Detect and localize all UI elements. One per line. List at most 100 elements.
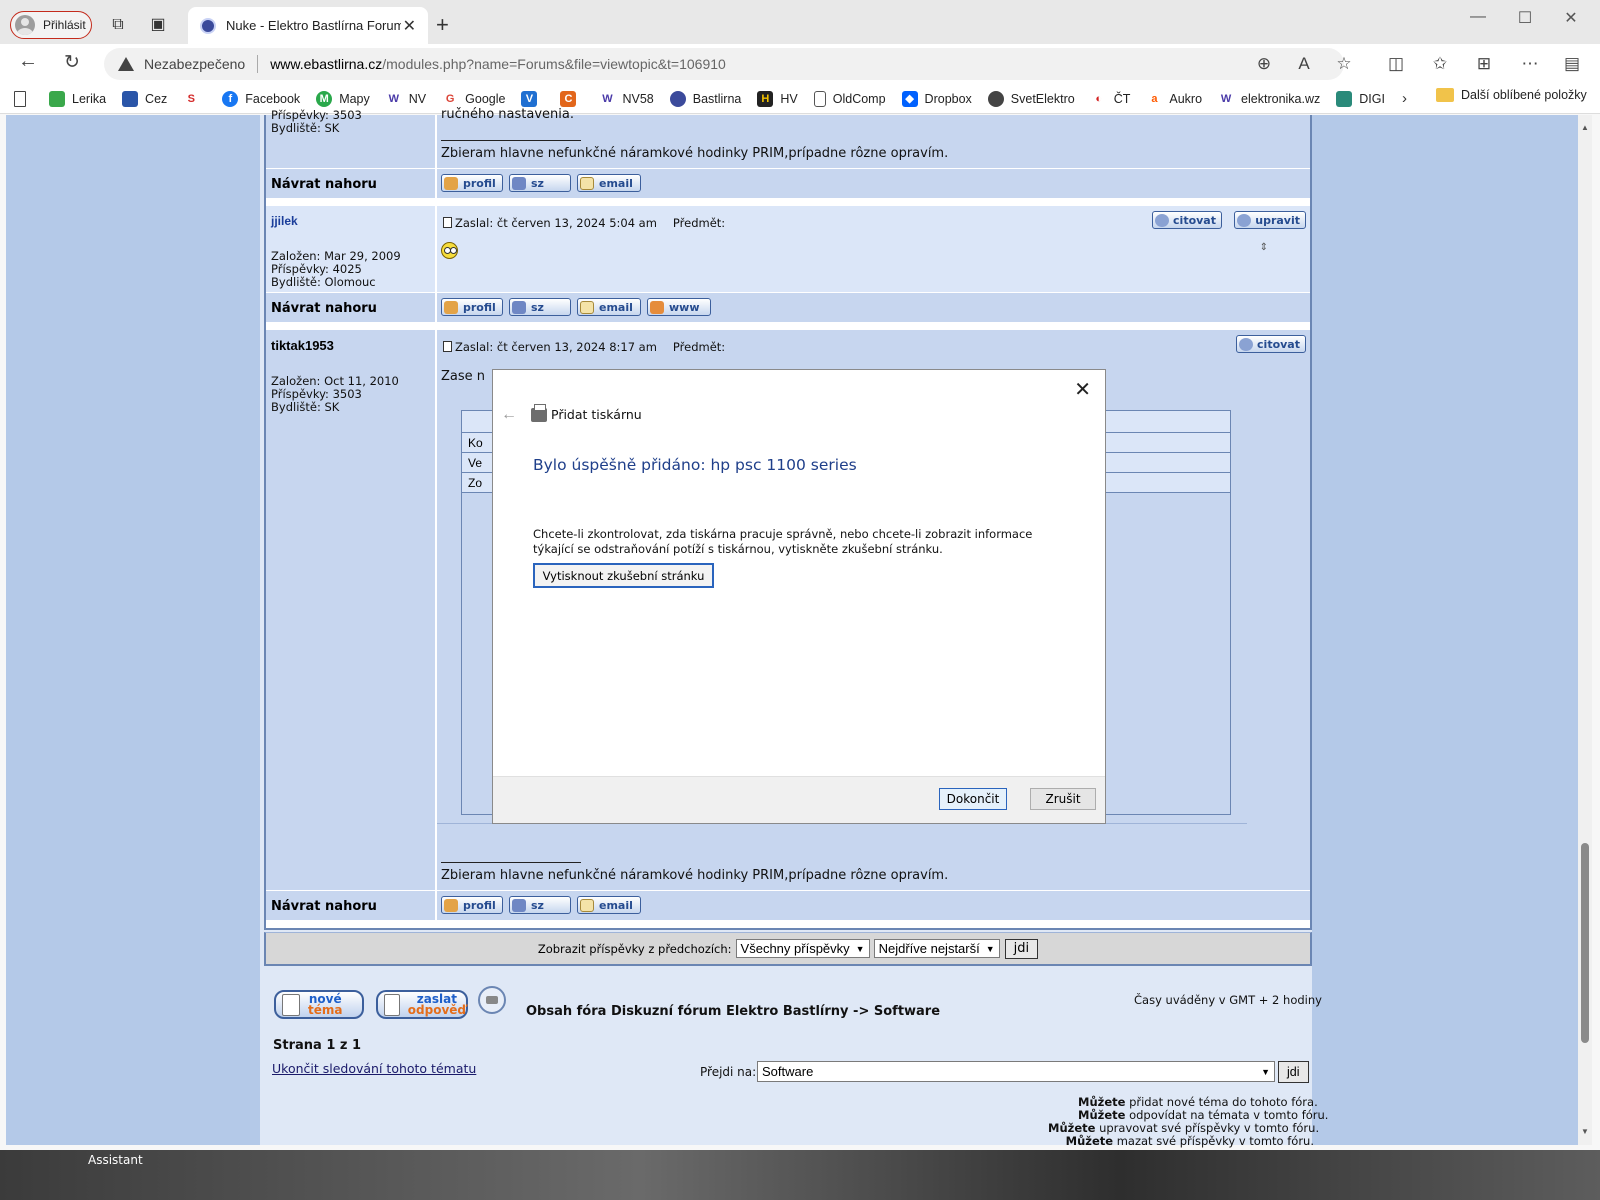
period-select[interactable]: Všechny příspěvky ▼ (735, 939, 870, 958)
document-icon (282, 993, 300, 1016)
tab-actions-icon[interactable]: ▣ (147, 14, 169, 36)
favorite-item[interactable]: H HV (757, 90, 798, 107)
chevron-right-icon[interactable]: › (1402, 90, 1407, 107)
favorite-item[interactable]: ◐ ČT (1090, 90, 1130, 107)
new-topic-button[interactable]: nové téma (274, 990, 364, 1019)
back-to-top-link[interactable]: Návrat nahoru (271, 899, 377, 914)
back-arrow-icon[interactable]: ← (501, 406, 517, 424)
more-menu-icon[interactable]: ⋯ (1518, 54, 1542, 74)
page-scrollbar[interactable]: ▲ ▼ (1578, 115, 1592, 1145)
favorite-item[interactable]: G Google (442, 90, 505, 107)
url-field[interactable]: Nezabezpečeno www.ebastlirna.cz/modules.… (104, 48, 1344, 80)
workspaces-icon[interactable]: ⧉ (107, 14, 129, 36)
new-tab-icon[interactable]: + (436, 12, 449, 38)
favorite-item[interactable]: f Facebook (222, 90, 301, 107)
tab-active[interactable]: Nuke - Elektro Bastlírna Forums- ✕ (188, 7, 428, 44)
close-tab-icon[interactable]: ✕ (403, 16, 416, 36)
zoom-icon[interactable]: ⊕ (1252, 54, 1276, 74)
breadcrumb[interactable]: Obsah fóra Diskuzní fórum Elektro Bastlí… (526, 1004, 940, 1019)
email-button[interactable]: email (577, 298, 641, 316)
favorite-item[interactable]: W NV (385, 90, 426, 107)
folder-icon (1436, 88, 1454, 102)
edit-button[interactable]: upravit (1234, 211, 1306, 229)
close-icon[interactable]: ✕ (1074, 377, 1091, 402)
profile-button[interactable]: profil (441, 896, 503, 914)
favorite-item[interactable] (14, 90, 33, 107)
filter-label: Zobrazit příspěvky z předchozích: (537, 941, 732, 956)
extensions-icon[interactable]: ⊞ (1472, 54, 1496, 74)
www-button[interactable]: www (647, 298, 711, 316)
favorite-item[interactable]: Bastlirna (669, 90, 741, 107)
favorite-item[interactable]: SvetElektro (987, 90, 1075, 107)
email-button[interactable]: email (577, 174, 641, 192)
pm-button[interactable]: sz (509, 298, 571, 316)
printer-icon (531, 404, 547, 422)
maximize-icon[interactable]: ☐ (1510, 8, 1540, 28)
favorite-item[interactable]: S (183, 90, 206, 107)
button-label: www (669, 300, 700, 314)
resize-icon[interactable]: ⇕ (1260, 242, 1268, 253)
assistant-label[interactable]: Assistant (88, 1153, 143, 1167)
page-info: Strana 1 z 1 (273, 1038, 362, 1053)
scroll-thumb[interactable] (1581, 843, 1589, 1043)
author-name[interactable]: jjilek (271, 214, 298, 228)
quote-icon (1155, 213, 1170, 227)
author-name[interactable]: tiktak1953 (271, 338, 334, 353)
quote-button[interactable]: citovat (1236, 335, 1306, 353)
favorite-star-icon[interactable]: ☆ (1332, 54, 1356, 74)
favorites-icon[interactable]: ✩ (1428, 54, 1452, 74)
finish-button[interactable]: Dokončit (939, 788, 1007, 810)
favorite-item[interactable]: Welektronika.wz (1218, 90, 1320, 107)
favorite-item[interactable]: V (521, 90, 544, 107)
favorite-item[interactable]: ◆ Dropbox (901, 90, 972, 107)
security-label[interactable]: Nezabezpečeno (144, 56, 245, 72)
profile-button[interactable]: profil (441, 174, 503, 192)
cancel-button[interactable]: Zrušit (1030, 788, 1096, 810)
chevron-down-icon: ▼ (855, 943, 865, 954)
favorite-item[interactable]: Lerika (49, 90, 106, 107)
quote-button[interactable]: citovat (1152, 211, 1222, 229)
minimize-icon[interactable]: — (1463, 8, 1493, 26)
author-location: Bydliště: SK (271, 121, 340, 135)
favorite-item[interactable]: a Aukro (1146, 90, 1202, 107)
profile-button[interactable]: profil (441, 298, 503, 316)
read-aloud-icon[interactable]: A (1292, 54, 1316, 74)
tab-bar: Přihlásit ⧉ ▣ Nuke - Elektro Bastlírna F… (0, 0, 1600, 44)
split-screen-icon[interactable]: ◫ (1384, 54, 1408, 74)
print-test-page-button[interactable]: Vytisknout zkušební stránku (533, 563, 714, 588)
profile-label: Přihlásit (43, 18, 86, 32)
favorite-item[interactable]: Cez (122, 90, 167, 107)
back-to-top-link[interactable]: Návrat nahoru (271, 177, 377, 192)
other-favorites[interactable]: Další oblíbené položky (1436, 88, 1587, 102)
button-label: profil (463, 176, 496, 190)
jump-go-button[interactable]: jdi (1278, 1061, 1309, 1083)
sidebar-icon[interactable]: ▤ (1560, 54, 1584, 74)
order-select[interactable]: Nejdříve nejstarší ▼ (873, 939, 1000, 958)
refresh-icon[interactable]: ↻ (60, 51, 84, 74)
scroll-down-icon[interactable]: ▼ (1581, 1127, 1589, 1136)
close-window-icon[interactable]: ✕ (1556, 8, 1586, 28)
unwatch-link[interactable]: Ukončit sledování tohoto tématu (272, 1061, 476, 1076)
cez-icon (122, 90, 139, 107)
favorite-item[interactable]: W NV58 (599, 90, 654, 107)
favorite-item[interactable]: DIGI (1336, 90, 1385, 107)
c-logo-icon: C (560, 90, 577, 107)
reply-button[interactable]: zaslat odpověď (376, 990, 468, 1019)
favorite-item[interactable]: OldComp (813, 90, 886, 107)
favorite-item[interactable]: M Mapy (316, 90, 370, 107)
signature-divider (441, 140, 581, 141)
jump-select[interactable]: Software ▼ (757, 1061, 1275, 1082)
pm-button[interactable]: sz (509, 896, 571, 914)
back-to-top-link[interactable]: Návrat nahoru (271, 301, 377, 316)
filter-go-button[interactable]: jdi (1004, 938, 1039, 959)
printer-icon[interactable] (478, 986, 506, 1014)
back-icon[interactable]: ← (16, 50, 40, 73)
favorite-item[interactable]: C (560, 90, 583, 107)
profile-button[interactable]: Přihlásit (10, 11, 92, 39)
button-label: email (599, 300, 633, 314)
favorite-label: Facebook (245, 91, 301, 106)
pm-button[interactable]: sz (509, 174, 571, 192)
scroll-up-icon[interactable]: ▲ (1581, 123, 1589, 132)
email-button[interactable]: email (577, 896, 641, 914)
permission-bold: Můžete (1078, 1095, 1126, 1109)
